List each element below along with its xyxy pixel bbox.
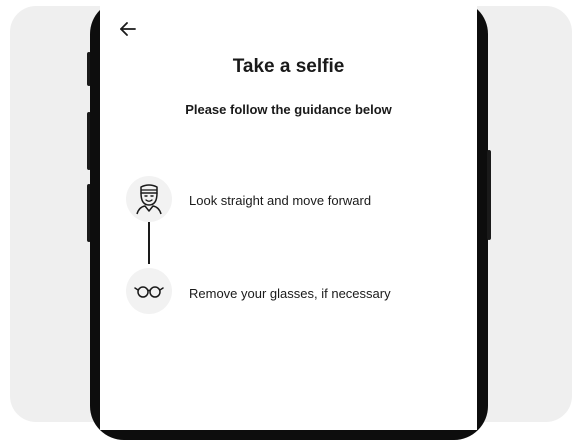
- step-text-2: Remove your glasses, if necessary: [189, 286, 391, 301]
- phone-screen: Take a selfie Please follow the guidance…: [100, 0, 477, 430]
- step-text-1: Look straight and move forward: [189, 193, 372, 208]
- arrow-left-icon[interactable]: [118, 19, 138, 39]
- face-icon: [126, 176, 172, 222]
- page-subtitle: Please follow the guidance below: [185, 102, 392, 117]
- glasses-icon: [126, 268, 172, 314]
- page-title: Take a selfie: [232, 56, 345, 77]
- step-connector-line: [148, 222, 150, 264]
- phone-power-button: [487, 150, 491, 240]
